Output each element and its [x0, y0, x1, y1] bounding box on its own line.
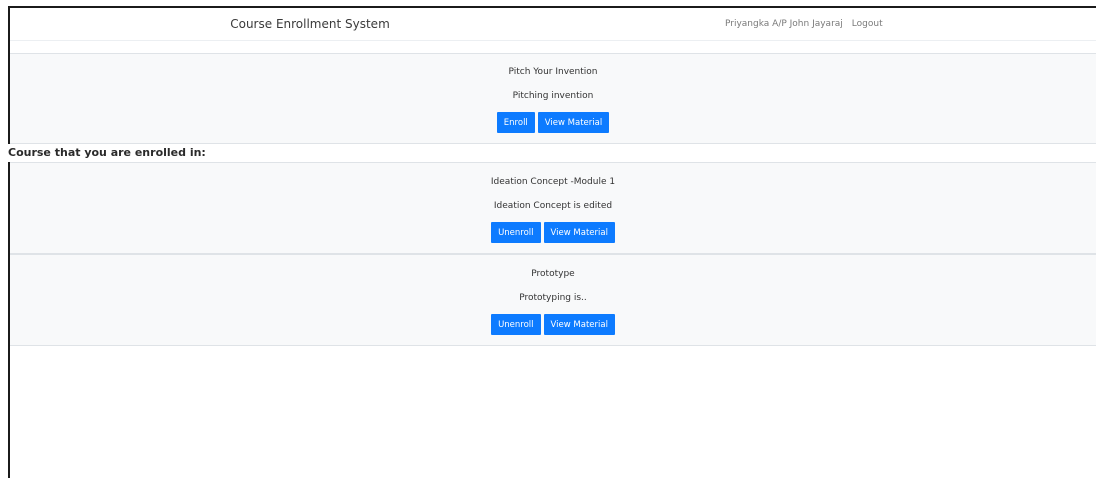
user-area: Priyangka A/P John Jayaraj Logout: [725, 8, 883, 40]
view-material-button[interactable]: View Material: [543, 222, 615, 243]
enroll-button[interactable]: Enroll: [496, 112, 535, 133]
course-card-enrolled: Ideation Concept -Module 1 Ideation Conc…: [10, 162, 1096, 254]
course-card-available: Pitch Your Invention Pitching invention …: [10, 53, 1096, 144]
course-card-enrolled: Prototype Prototyping is.. Unenroll View…: [10, 254, 1096, 346]
unenroll-button[interactable]: Unenroll: [491, 314, 541, 335]
logout-link[interactable]: Logout: [852, 19, 883, 29]
course-description: Prototyping is..: [519, 293, 587, 303]
enrolled-heading: Course that you are enrolled in:: [8, 144, 1096, 162]
course-description: Pitching invention: [512, 91, 594, 101]
course-actions: Enroll View Material: [10, 112, 1096, 133]
brand-title[interactable]: Course Enrollment System: [10, 8, 610, 40]
course-title: Ideation Concept -Module 1: [490, 177, 616, 187]
course-actions: Unenroll View Material: [10, 222, 1096, 243]
user-name: Priyangka A/P John Jayaraj: [725, 19, 843, 29]
app-frame: Course Enrollment System Priyangka A/P J…: [8, 6, 1096, 478]
course-actions: Unenroll View Material: [10, 314, 1096, 335]
unenroll-button[interactable]: Unenroll: [491, 222, 541, 243]
navbar: Course Enrollment System Priyangka A/P J…: [10, 8, 1096, 41]
course-title: Prototype: [531, 269, 575, 279]
view-material-button[interactable]: View Material: [543, 314, 615, 335]
course-description: Ideation Concept is edited: [493, 201, 613, 211]
view-material-button[interactable]: View Material: [537, 112, 610, 133]
course-title: Pitch Your Invention: [508, 67, 598, 77]
